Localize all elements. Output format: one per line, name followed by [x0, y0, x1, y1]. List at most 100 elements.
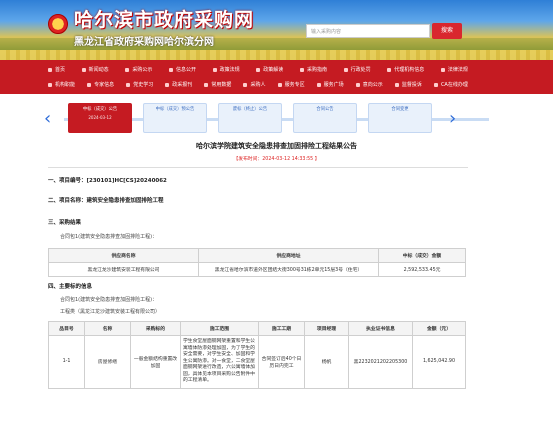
nav-item[interactable]: 代理机构信息 [387, 66, 424, 73]
nav-item[interactable]: 政策法规 [212, 66, 240, 73]
nav-item[interactable]: 服务广场 [316, 81, 344, 88]
notice-timeline: ‹ 中标（成交）公告 2024-03-12 中标（成交）预公告 废标（终止）公告… [0, 96, 553, 142]
org-icon [48, 82, 52, 87]
nav-item[interactable]: 政采报刊 [165, 81, 192, 88]
nav-item[interactable]: 采购人 [243, 81, 265, 88]
law-icon [440, 67, 445, 72]
nav-item[interactable]: 服务专区 [277, 81, 305, 88]
search-input[interactable]: 输入采购内容 [306, 24, 430, 38]
header-banner: 哈尔滨市政府采购网 黑龙江省政府采购网哈尔滨分网 输入采购内容 搜索 [0, 0, 553, 60]
nav-item[interactable]: 行政处罚 [343, 66, 371, 73]
construction-scope: 学生食堂屋面钢网架重置和学生公寓墙体防渗处理加固，为了学生的安全需要，对学生安全… [180, 335, 259, 389]
column-header: 项目经理 [304, 321, 349, 336]
banner-field [0, 50, 553, 60]
nav-item[interactable]: 首页 [48, 66, 65, 73]
policy-icon [212, 67, 217, 72]
plaza-icon [316, 82, 321, 87]
nav-item[interactable]: 新闻动态 [81, 66, 109, 73]
nav-item[interactable]: 机构职能 [48, 81, 75, 88]
timeline-card-label: 合同公告 [316, 107, 334, 112]
nav-item[interactable]: 政策解读 [256, 66, 283, 73]
table-row: 1-1 房屋修缮 一般金额结构重置改加固 学生食堂屋面钢网架重置和学生公寓墙体防… [48, 335, 466, 389]
site-title[interactable]: 哈尔滨市政府采购网 [74, 5, 254, 32]
page-title: 哈尔滨学院建筑安全隐患排查加固排险工程结果公告 [196, 142, 357, 150]
bid-amount: 2,592,533.45元 [378, 262, 466, 277]
nav-item[interactable]: 信息公开 [168, 66, 196, 73]
item-amount: 1,625,042.90 [412, 335, 466, 389]
supplier-name: 黑龙江龙沙建筑安装工程有限公司 [48, 262, 199, 277]
column-header: 名称 [84, 321, 131, 336]
nav-row-1: 首页 新闻动态 采购公示 信息公开 政策法规 政策解读 采购指南 行政处罚 代理… [48, 66, 468, 73]
supplier-address: 黑龙江省哈尔滨市道外区团结大街300号31栋2单元15层3号（住宅） [198, 262, 379, 277]
nav-item[interactable]: 监督投诉 [394, 81, 422, 88]
timeline-card-label: 中标（成交）预公告 [155, 107, 195, 112]
table-row: 黑龙江龙沙建筑安装工程有限公司 黑龙江省哈尔滨市道外区团结大街300号31栋2单… [48, 262, 466, 277]
news-icon [81, 67, 86, 72]
item-number: 1-1 [48, 335, 85, 389]
guide-icon [299, 67, 304, 72]
contract-package-2: 合同包1(建筑安全隐患排查加固排险工程)： [60, 297, 158, 303]
main-navigation: 首页 新闻动态 采购公示 信息公开 政策法规 政策解读 采购指南 行政处罚 代理… [0, 60, 553, 94]
column-header: 品目号 [48, 321, 85, 336]
section-main-info: 四、主要标的信息 [48, 284, 93, 290]
timeline-card[interactable]: 中标（成交）预公告 [143, 103, 207, 133]
interpret-icon [256, 67, 261, 72]
nav-item[interactable]: CA在线办理 [433, 81, 468, 88]
timeline-card-date: 2024-03-12 [88, 115, 112, 120]
agency-icon [387, 67, 392, 72]
column-header: 金额（元） [412, 321, 466, 336]
nav-item[interactable]: 法律法规 [440, 66, 468, 73]
column-header: 执业证书信息 [348, 321, 413, 336]
procurement-target: 一般金额结构重置改加固 [130, 335, 181, 389]
nav-item[interactable]: 意向公示 [355, 81, 383, 88]
column-header: 采购标的 [130, 321, 181, 336]
project-name: 二、项目名称：建筑安全隐患排查加固排险工程 [48, 198, 164, 204]
expert-icon [87, 82, 92, 87]
project-manager: 杨帆 [304, 335, 349, 389]
item-name: 房屋修缮 [84, 335, 131, 389]
intent-icon [355, 82, 360, 87]
result-table: 供应商名称 供应商地址 中标（成交）金额 黑龙江龙沙建筑安装工程有限公司 黑龙江… [48, 248, 466, 277]
nav-item[interactable]: 党史学习 [126, 81, 153, 88]
timeline-card[interactable]: 废标（终止）公告 [218, 103, 282, 133]
section-result: 三、采购结果 [48, 220, 82, 226]
column-header: 施工范围 [180, 321, 259, 336]
column-header: 施工工期 [258, 321, 305, 336]
engineering-category: 工程类（黑龙江龙沙建筑安装工程有限公司） [60, 309, 161, 315]
timeline-card[interactable]: 合同公告 [293, 103, 357, 133]
construction-period: 合同签订后40个日历日内完工 [258, 335, 305, 389]
site-subtitle: 黑龙江省政府采购网哈尔滨分网 [74, 37, 214, 48]
nav-item[interactable]: 采购公示 [125, 66, 152, 73]
timeline-card[interactable]: 中标（成交）公告 2024-03-12 [68, 103, 132, 133]
penalty-icon [343, 67, 348, 72]
nav-item[interactable]: 常用数据 [204, 81, 231, 88]
timeline-card[interactable]: 合同变更 [368, 103, 432, 133]
license-info: 黑2232021202205300 [348, 335, 413, 389]
chevron-left-icon[interactable]: ‹ [44, 108, 51, 129]
item-table: 品目号 名称 采购标的 施工范围 施工工期 项目经理 执业证书信息 金额（元） … [48, 321, 466, 389]
complaint-icon [394, 82, 399, 87]
timeline-card-label: 合同变更 [391, 107, 409, 112]
nav-item[interactable]: 专家信息 [87, 81, 114, 88]
ca-icon [433, 82, 438, 87]
publish-time: 【发布时间：2024-03-12 14:33:55 】 [233, 157, 320, 162]
national-emblem-icon [48, 14, 68, 34]
study-icon [126, 82, 131, 87]
search-button[interactable]: 搜索 [432, 23, 462, 39]
contract-package: 合同包1(建筑安全隐患排查加固排险工程)： [60, 234, 158, 240]
service-icon [277, 82, 282, 87]
divider [48, 167, 468, 168]
timeline-card-label: 废标（终止）公告 [232, 107, 268, 112]
data-icon [204, 82, 209, 87]
info-icon [168, 67, 173, 72]
home-icon [48, 67, 52, 72]
journal-icon [165, 82, 170, 87]
buyer-icon [243, 82, 248, 87]
timeline-card-label: 中标（成交）公告 [82, 107, 118, 112]
project-number: 一、项目编号：[230101]HC[CS]20240062 [48, 178, 167, 184]
column-header: 供应商名称 [48, 248, 199, 263]
chevron-right-icon[interactable]: › [449, 108, 456, 129]
column-header: 供应商地址 [198, 248, 379, 263]
nav-item[interactable]: 采购指南 [299, 66, 327, 73]
column-header: 中标（成交）金额 [378, 248, 466, 263]
